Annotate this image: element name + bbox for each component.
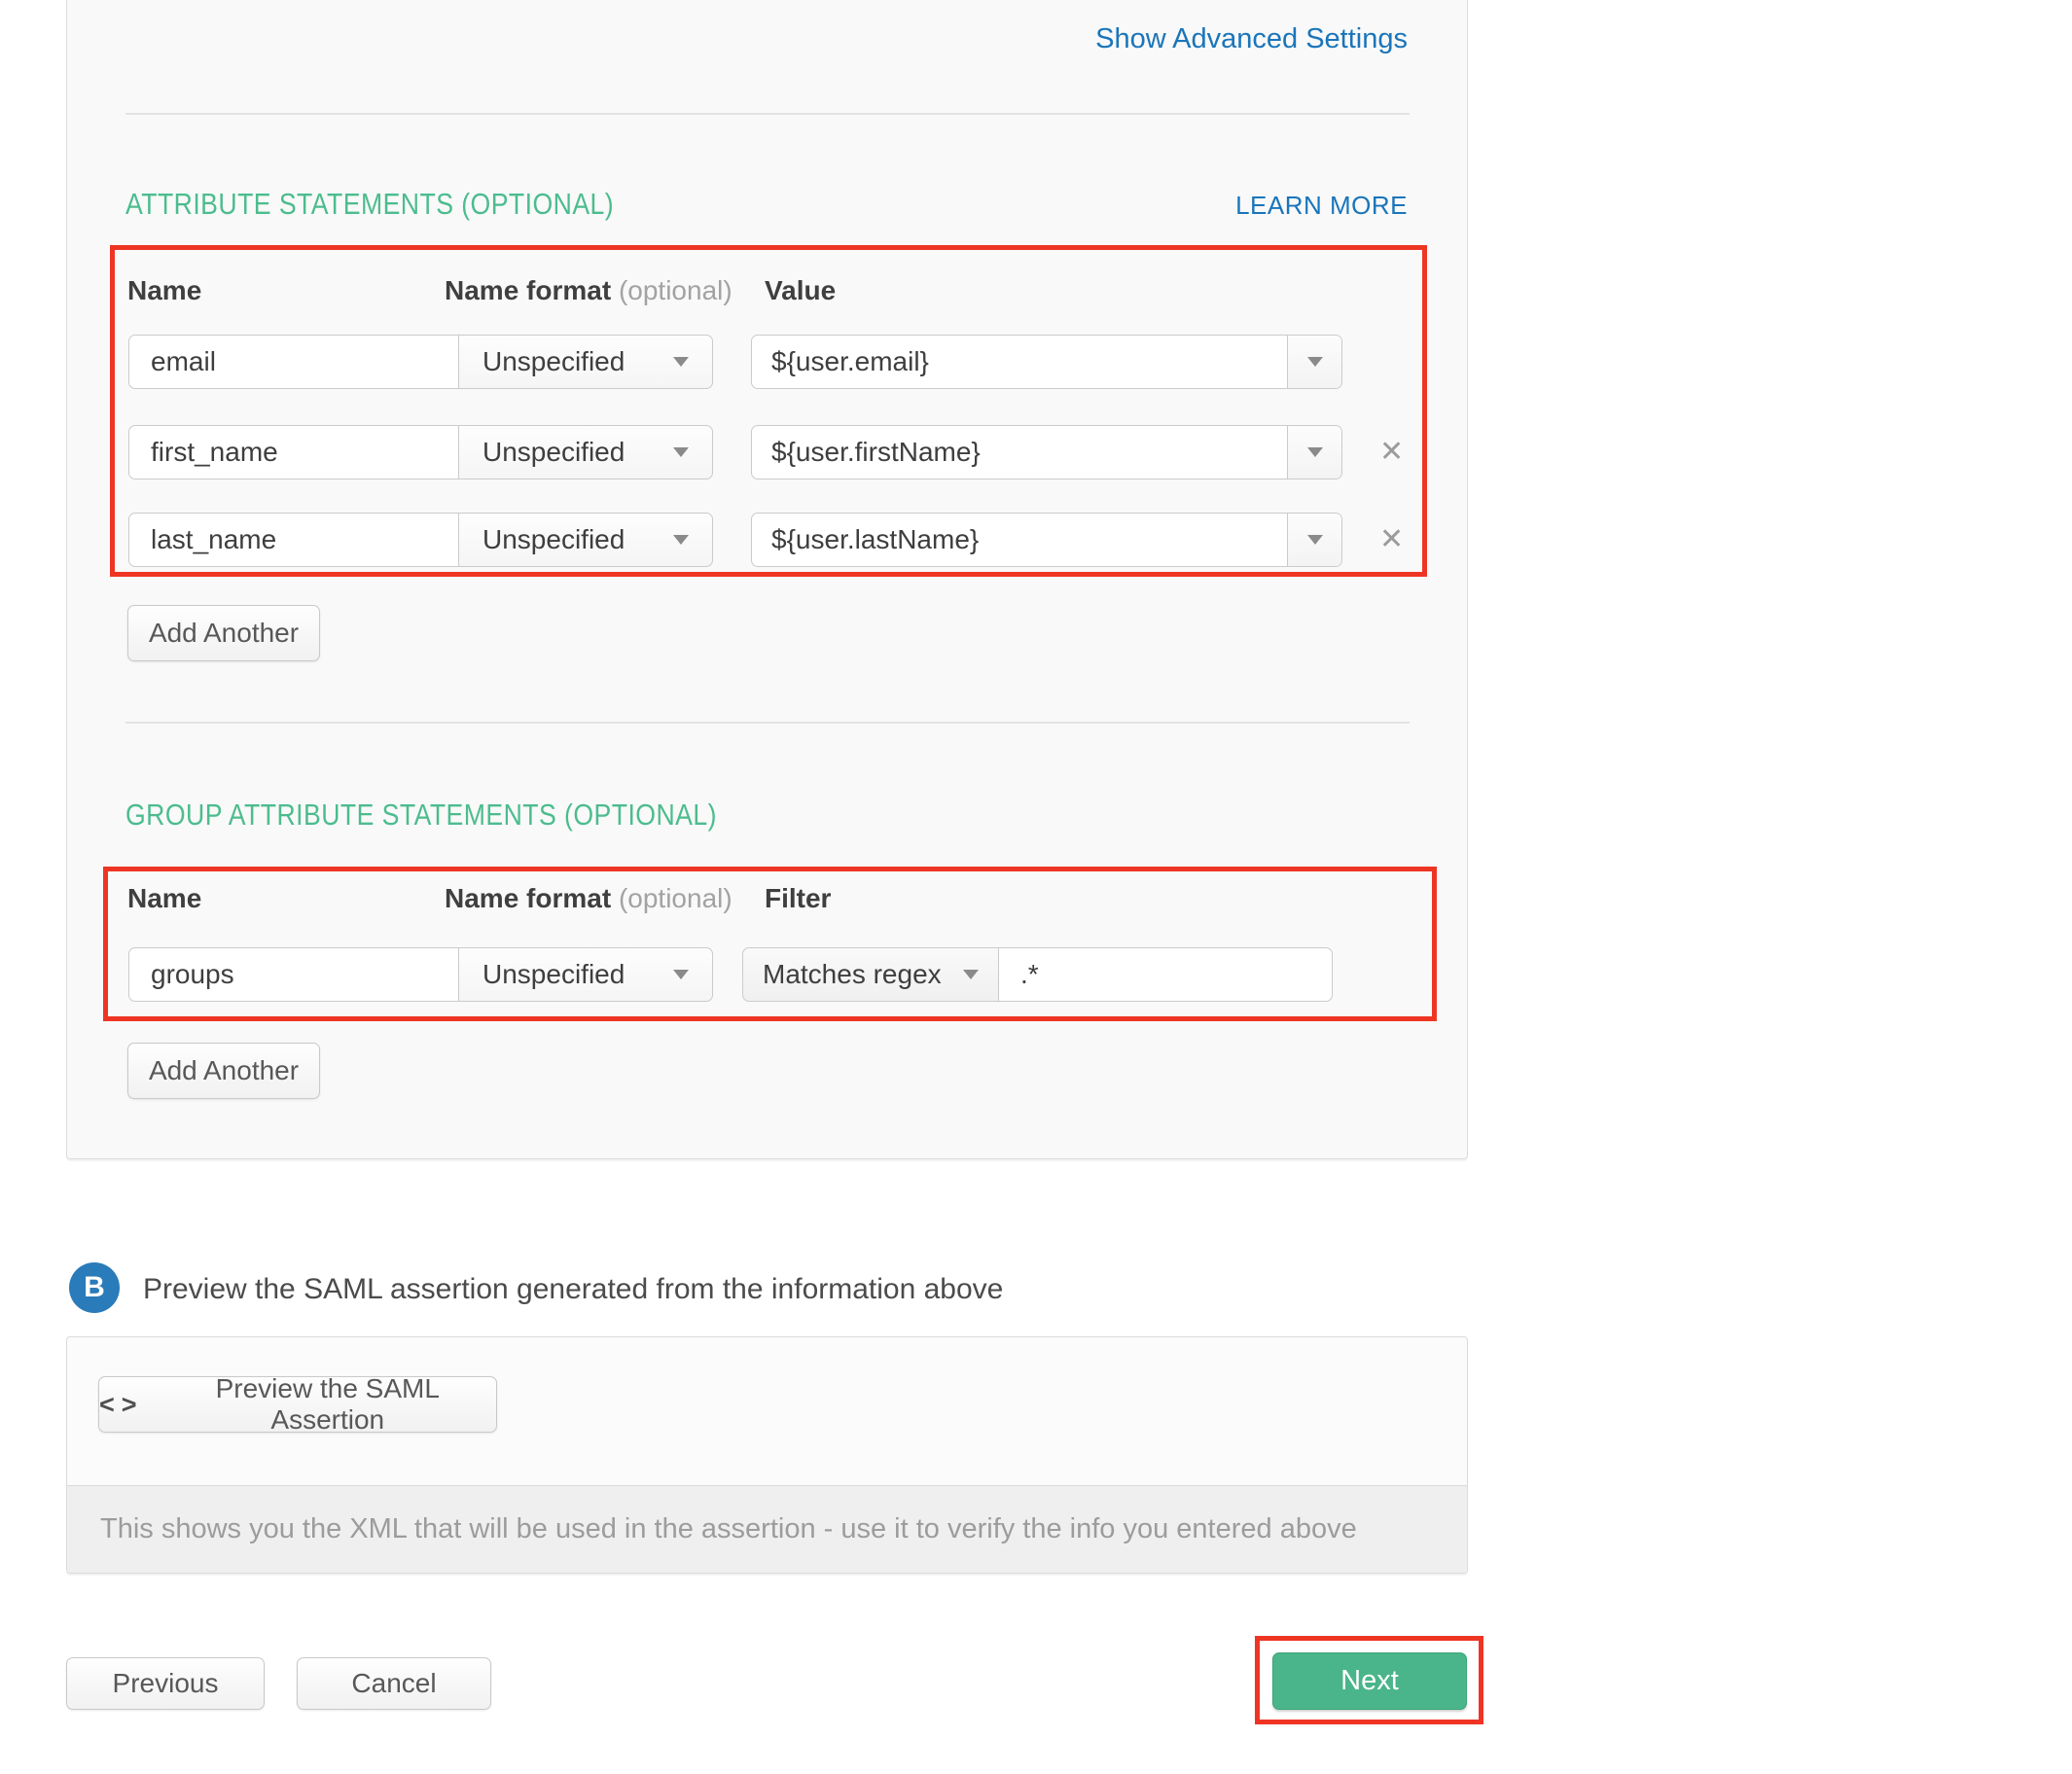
chevron-down-icon [1307,357,1323,367]
attribute-row: Unspecified ✕ [128,425,1404,479]
cancel-button[interactable]: Cancel [297,1657,491,1710]
filter-type-value: Matches regex [763,959,942,990]
column-header-filter: Filter [765,883,831,914]
attribute-name-input[interactable] [128,335,459,389]
preview-button-label: Preview the SAML Assertion [160,1373,496,1436]
column-header-value: Value [765,275,836,306]
name-format-dropdown[interactable]: Unspecified [458,947,713,1002]
column-header-name: Name [127,883,201,914]
section-divider [125,113,1410,115]
preview-saml-assertion-button[interactable]: <> Preview the SAML Assertion [98,1376,497,1433]
next-button[interactable]: Next [1272,1652,1467,1710]
remove-row-icon[interactable]: ✕ [1379,438,1404,467]
chevron-down-icon [673,357,689,367]
section-divider [125,722,1410,724]
chevron-down-icon [1307,535,1323,545]
attribute-row: Unspecified ✕ [128,513,1404,567]
show-advanced-settings-link[interactable]: Show Advanced Settings [1095,23,1408,55]
name-format-value: Unspecified [482,346,625,377]
code-icon: <> [99,1390,144,1420]
learn-more-link[interactable]: LEARN MORE [1235,191,1408,221]
attribute-value-combo [751,425,1342,479]
attribute-statements-title: ATTRIBUTE STATEMENTS (OPTIONAL) [125,187,614,222]
value-dropdown-toggle[interactable] [1287,426,1341,479]
step-b-heading: Preview the SAML assertion generated fro… [143,1268,1003,1311]
name-format-dropdown[interactable]: Unspecified [458,335,713,389]
optional-note: (optional) [619,883,732,913]
add-another-group-attribute-button[interactable]: Add Another [127,1043,320,1099]
attribute-row: Unspecified [128,335,1342,389]
value-dropdown-toggle[interactable] [1287,336,1341,388]
name-format-value: Unspecified [482,959,625,990]
add-another-attribute-button[interactable]: Add Another [127,605,320,661]
chevron-down-icon [963,970,979,979]
group-name-input[interactable] [128,947,459,1002]
column-header-name-format: Name format (optional) [445,275,732,306]
attribute-name-input[interactable] [128,513,459,567]
attribute-name-input[interactable] [128,425,459,479]
name-format-value: Unspecified [482,524,625,555]
preview-note: This shows you the XML that will be used… [67,1485,1467,1573]
attribute-value-input[interactable] [752,514,1287,566]
chevron-down-icon [1307,447,1323,457]
column-header-name: Name [127,275,201,306]
name-format-dropdown[interactable]: Unspecified [458,425,713,479]
name-format-dropdown[interactable]: Unspecified [458,513,713,567]
attribute-value-input[interactable] [752,426,1287,479]
optional-note: (optional) [619,275,732,305]
column-header-name-format: Name format (optional) [445,883,732,914]
step-b-badge: B [69,1262,120,1313]
filter-type-dropdown[interactable]: Matches regex [742,947,999,1002]
name-format-value: Unspecified [482,437,625,468]
attribute-value-input[interactable] [752,336,1287,388]
chevron-down-icon [673,447,689,457]
previous-button[interactable]: Previous [66,1657,265,1710]
saml-settings-page: Show Advanced Settings ATTRIBUTE STATEME… [0,0,2072,1774]
remove-row-icon[interactable]: ✕ [1379,525,1404,554]
group-attribute-statements-title: GROUP ATTRIBUTE STATEMENTS (OPTIONAL) [125,798,717,833]
group-attribute-row: Unspecified Matches regex [128,947,1333,1002]
attribute-value-combo [751,335,1342,389]
chevron-down-icon [673,970,689,979]
attribute-value-combo [751,513,1342,567]
value-dropdown-toggle[interactable] [1287,514,1341,566]
filter-value-input[interactable] [998,947,1333,1002]
chevron-down-icon [673,535,689,545]
